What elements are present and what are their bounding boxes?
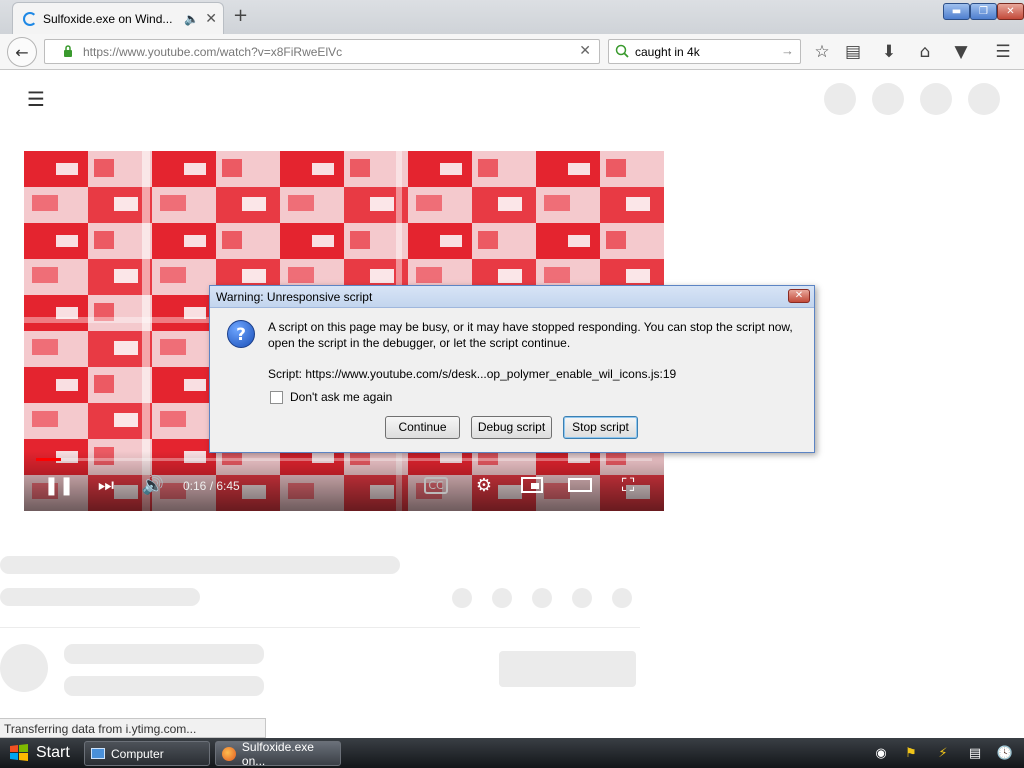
subscribe-placeholder: [499, 651, 636, 687]
action-placeholder: [612, 588, 632, 608]
tab-close-icon[interactable]: ✕: [205, 11, 217, 27]
action-placeholder: [572, 588, 592, 608]
time-display: 0:16 / 6:45: [183, 479, 240, 493]
bookmark-star-icon[interactable]: ☆: [810, 40, 834, 64]
start-button[interactable]: Start: [0, 738, 80, 768]
dialog-script-path: Script: https://www.youtube.com/s/desk..…: [268, 367, 677, 381]
continue-button[interactable]: Continue: [385, 416, 460, 439]
browser-tab[interactable]: Sulfoxide.exe on Wind... 🔈 ✕: [12, 2, 224, 34]
tab-title: Sulfoxide.exe on Wind...: [43, 11, 173, 26]
volume-button[interactable]: 🔊: [139, 471, 167, 499]
header-placeholder-circle: [920, 83, 952, 115]
taskbar-item-firefox[interactable]: Sulfoxide.exe on...: [215, 739, 341, 768]
url-bar[interactable]: https://www.youtube.com/watch?v=x8FiRweE…: [44, 39, 600, 64]
subtitle-placeholder: [0, 588, 200, 606]
loading-spinner-icon: [23, 11, 37, 26]
title-placeholder: [0, 556, 400, 574]
tray-flag-icon[interactable]: ⚑: [902, 744, 920, 762]
downloads-icon[interactable]: ⬇: [877, 40, 901, 64]
taskbar-item-label: Sulfoxide.exe on...: [241, 739, 314, 768]
firefox-icon: [222, 746, 236, 761]
guide-menu-icon[interactable]: ☰: [27, 87, 45, 111]
computer-icon: [91, 748, 105, 759]
taskbar-item-label: Computer: [111, 746, 164, 761]
unresponsive-script-dialog: Warning: Unresponsive script ✕ ? A scrip…: [209, 285, 815, 453]
new-tab-button[interactable]: +: [233, 5, 248, 26]
next-button[interactable]: ⏭: [92, 471, 120, 499]
tab-strip: Sulfoxide.exe on Wind... 🔈 ✕ + ▬ ❐ ✕: [0, 0, 1024, 34]
progress-fill: [36, 458, 61, 461]
action-placeholder: [532, 588, 552, 608]
action-placeholder: [492, 588, 512, 608]
dialog-message: A script on this page may be busy, or it…: [268, 320, 793, 350]
checkbox-box[interactable]: [270, 390, 283, 404]
dialog-title: Warning: Unresponsive script: [210, 286, 814, 308]
header-placeholder-circle: [968, 83, 1000, 115]
back-arrow-icon: ←: [15, 42, 29, 62]
taskbar: Start Computer Sulfoxide.exe on... ◉ ⚑ ⚡…: [0, 738, 1024, 768]
tray-disc-icon[interactable]: ◉: [872, 744, 890, 762]
tray-clock-icon[interactable]: 🕓: [996, 744, 1014, 762]
channel-avatar-placeholder: [0, 644, 48, 692]
action-placeholder: [452, 588, 472, 608]
miniplayer-button[interactable]: [518, 471, 546, 499]
header-placeholder-circle: [824, 83, 856, 115]
channel-name-placeholder: [64, 644, 264, 664]
settings-gear-icon[interactable]: ⚙: [470, 471, 498, 499]
subtitles-button[interactable]: CC: [422, 471, 450, 499]
theater-mode-button[interactable]: [566, 471, 594, 499]
close-window-button[interactable]: ✕: [997, 3, 1024, 20]
question-icon: ?: [227, 320, 255, 348]
maximize-button[interactable]: ❐: [970, 3, 997, 20]
pause-button[interactable]: ❚❚: [44, 471, 74, 499]
url-text: https://www.youtube.com/watch?v=x8FiRweE…: [83, 44, 343, 59]
tray-lightning-icon[interactable]: ⚡: [934, 744, 952, 762]
search-engine-icon: [615, 44, 629, 58]
navigation-bar: ← https://www.youtube.com/watch?v=x8FiRw…: [0, 34, 1024, 70]
speaker-icon[interactable]: 🔈: [184, 12, 199, 26]
home-icon[interactable]: ⌂: [913, 40, 937, 64]
channel-subs-placeholder: [64, 676, 264, 696]
minimize-button[interactable]: ▬: [943, 3, 970, 20]
lock-icon: [64, 45, 72, 57]
bookmarks-menu-icon[interactable]: ▤: [841, 40, 865, 64]
status-bar: Transferring data from i.ytimg.com...: [0, 718, 266, 738]
start-label: Start: [36, 744, 70, 761]
search-bar[interactable]: caught in 4k →: [608, 39, 801, 64]
fullscreen-button[interactable]: ⛶: [614, 471, 642, 499]
header-placeholder-circle: [872, 83, 904, 115]
dialog-close-button[interactable]: ✕: [788, 289, 810, 303]
progress-bar[interactable]: [36, 458, 652, 461]
stop-script-button[interactable]: Stop script: [563, 416, 638, 439]
debug-script-button[interactable]: Debug script: [471, 416, 552, 439]
dont-ask-checkbox[interactable]: Don't ask me again: [270, 390, 392, 404]
divider: [0, 627, 640, 628]
taskbar-item-computer[interactable]: Computer: [84, 741, 210, 766]
windows-logo-icon: [10, 744, 28, 761]
hamburger-menu-icon[interactable]: ☰: [991, 40, 1015, 64]
search-go-icon[interactable]: →: [781, 43, 794, 58]
tray-network-icon[interactable]: ▤: [966, 744, 984, 762]
back-button[interactable]: ←: [7, 37, 37, 67]
player-controls: ❚❚ ⏭ 🔊 0:16 / 6:45 CC ⚙ ⛶: [24, 451, 664, 511]
search-text: caught in 4k: [635, 44, 700, 59]
checkbox-label: Don't ask me again: [290, 390, 393, 404]
pocket-icon[interactable]: ▼: [949, 40, 973, 64]
stop-loading-icon[interactable]: ✕: [579, 42, 591, 59]
